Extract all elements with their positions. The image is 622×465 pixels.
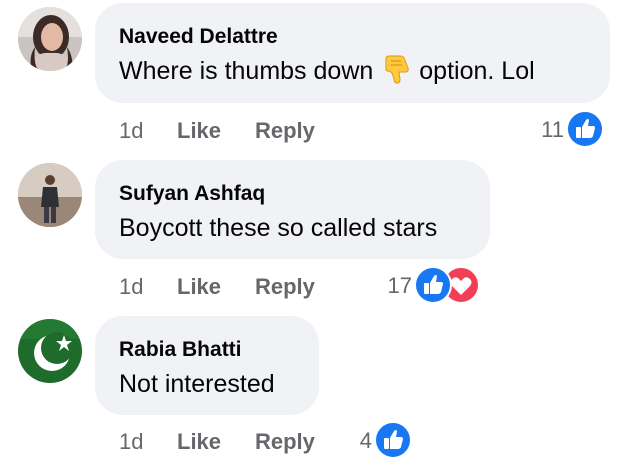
comment-bubble: Rabia Bhatti Not interested [95, 316, 319, 415]
like-reaction-icon [374, 421, 412, 459]
avatar[interactable] [18, 319, 82, 383]
comment-text-part: Where is thumbs down [119, 57, 374, 85]
thumbs-down-emoji-icon [383, 55, 411, 93]
pakistan-flag-icon [18, 319, 82, 383]
like-button[interactable]: Like [177, 429, 221, 455]
reply-button[interactable]: Reply [255, 118, 315, 144]
comment-timestamp[interactable]: 1d [119, 274, 143, 300]
comment-bubble: Naveed Delattre Where is thumbs down opt… [95, 3, 610, 103]
avatar[interactable] [18, 163, 82, 227]
comment-text: Not interested [119, 370, 275, 398]
like-reaction-icon [566, 110, 604, 148]
avatar[interactable] [18, 7, 82, 71]
like-reaction-icon [414, 266, 452, 304]
like-button[interactable]: Like [177, 118, 221, 144]
comment-timestamp[interactable]: 1d [119, 429, 143, 455]
reaction-summary[interactable]: 4 [340, 421, 415, 461]
reply-button[interactable]: Reply [255, 274, 315, 300]
comment-timestamp[interactable]: 1d [119, 118, 143, 144]
comment-author[interactable]: Rabia Bhatti [119, 338, 242, 362]
comment-author[interactable]: Sufyan Ashfaq [119, 182, 265, 206]
reaction-summary[interactable]: 11 [520, 110, 610, 150]
reaction-summary[interactable]: 17 [370, 266, 490, 306]
reaction-count: 11 [541, 117, 564, 142]
reply-button[interactable]: Reply [255, 429, 315, 455]
comment-text: Boycott these so called stars [119, 214, 438, 242]
reaction-count: 4 [359, 428, 372, 453]
comment-author[interactable]: Naveed Delattre [119, 25, 278, 49]
comment-bubble: Sufyan Ashfaq Boycott these so called st… [95, 160, 490, 259]
like-button[interactable]: Like [177, 274, 221, 300]
comment-text-part: option. Lol [419, 57, 535, 85]
comment-text: Where is thumbs down option. Lol [119, 55, 535, 93]
profile-photo-icon [18, 163, 82, 227]
profile-photo-icon [18, 7, 82, 71]
reaction-count: 17 [387, 273, 412, 298]
